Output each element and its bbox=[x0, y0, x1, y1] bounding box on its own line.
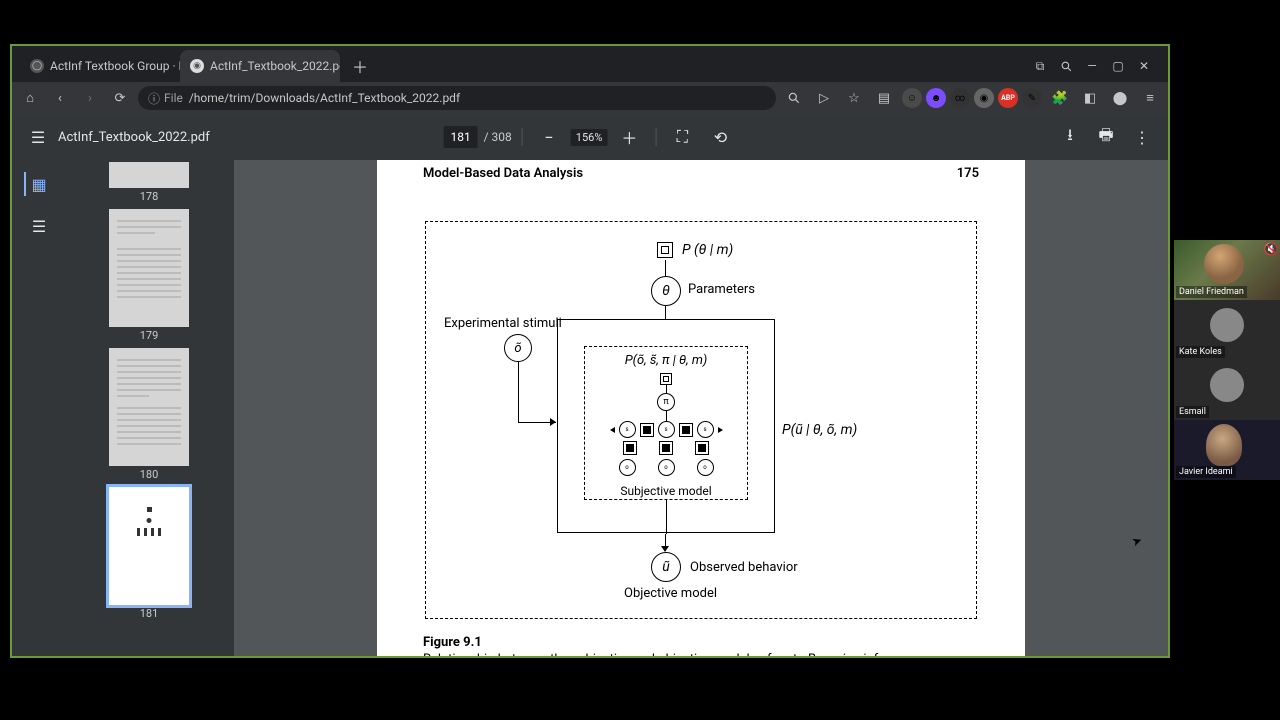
menu-icon[interactable]: ≡ bbox=[1138, 86, 1162, 110]
document-title: ActInf_Textbook_2022.pdf bbox=[58, 130, 210, 145]
thumbnail-page-179[interactable] bbox=[109, 209, 189, 327]
page-folio: 175 bbox=[957, 166, 979, 181]
pdf-favicon-icon: ◉ bbox=[190, 59, 204, 73]
running-head: Model-Based Data Analysis bbox=[423, 166, 583, 181]
reload-icon[interactable]: ⟳ bbox=[108, 86, 132, 110]
tab-favicon-icon: ◯ bbox=[30, 59, 44, 73]
new-tab-button[interactable]: ＋ bbox=[346, 52, 374, 80]
prior-formula: P (θ | m) bbox=[682, 242, 733, 258]
url-text: /home/trim/Downloads/ActInf_Textbook_202… bbox=[189, 91, 460, 105]
window-controls: ⧉ ― ▢ ✕ bbox=[1028, 54, 1160, 82]
thumb-label: 179 bbox=[140, 329, 159, 342]
tab-actinf-pdf[interactable]: ◉ ActInf_Textbook_2022.pdf ✕ bbox=[180, 50, 340, 82]
participant-tile[interactable]: Daniel Friedman 🔇 bbox=[1174, 240, 1280, 300]
zoom-out-icon[interactable]: − bbox=[533, 121, 565, 153]
bookmark-icon[interactable]: ☆ bbox=[842, 86, 866, 110]
extension-icon[interactable]: ✎ bbox=[1022, 88, 1042, 108]
download-icon[interactable]: ⭳ bbox=[1054, 121, 1086, 153]
print-icon[interactable]: 🖶 bbox=[1090, 121, 1122, 153]
rotate-icon[interactable]: ⟲ bbox=[704, 121, 736, 153]
search-tabs-icon[interactable] bbox=[1054, 54, 1078, 78]
utilde-node: ũ bbox=[651, 552, 681, 582]
fit-page-icon[interactable]: ⛶ bbox=[666, 121, 698, 153]
extension-icon[interactable]: ☺ bbox=[902, 88, 922, 108]
outline-icon[interactable]: ☰ bbox=[24, 214, 52, 238]
participant-name: Javier Ideami bbox=[1176, 466, 1236, 478]
close-window-icon[interactable]: ✕ bbox=[1132, 54, 1156, 78]
cursor-icon: ➤ bbox=[1130, 533, 1144, 550]
thumb-label: 180 bbox=[140, 468, 159, 481]
participant-tile[interactable]: Esmail bbox=[1174, 360, 1280, 420]
mini-graph: π s s s bbox=[585, 373, 747, 473]
sidebar-toggle-icon[interactable]: ☰ bbox=[22, 121, 54, 153]
participant-name: Daniel Friedman bbox=[1176, 286, 1247, 298]
avatar-icon bbox=[1210, 308, 1244, 342]
subjective-label: Subjective model bbox=[585, 484, 747, 498]
zoom-level[interactable]: 156% bbox=[571, 129, 608, 146]
page-number-input[interactable] bbox=[444, 126, 478, 148]
participant-tile[interactable]: Javier Ideami bbox=[1174, 420, 1280, 480]
extensions: ☺ ☻ ∞ ◉ ABP ✎ bbox=[902, 88, 1042, 108]
tab-label: ActInf Textbook Group · Fig bbox=[50, 59, 180, 73]
page-viewport[interactable]: Model-Based Data Analysis 175 P (θ | m) … bbox=[234, 160, 1168, 656]
objective-label: Objective model bbox=[624, 586, 717, 601]
minimize-icon[interactable]: ― bbox=[1080, 54, 1104, 78]
address-bar: ⌂ ‹ › ⟳ ⓘ File /home/trim/Downloads/ActI… bbox=[12, 82, 1168, 114]
pdf-body: ▦ ☰ 178 179 18 bbox=[12, 160, 1168, 656]
theta-node: θ bbox=[651, 276, 681, 306]
more-icon[interactable]: ⋮ bbox=[1126, 121, 1158, 153]
page-total: / 308 bbox=[484, 130, 512, 144]
pdf-page: Model-Based Data Analysis 175 P (θ | m) … bbox=[377, 160, 1025, 656]
participant-name: Esmail bbox=[1176, 406, 1209, 418]
observed-label: Observed behavior bbox=[690, 560, 798, 575]
thumb-label: 181 bbox=[140, 607, 159, 620]
figure-diagram: P (θ | m) θ Parameters Experimental stim… bbox=[425, 221, 977, 619]
back-icon[interactable]: ‹ bbox=[48, 86, 72, 110]
participant-name: Kate Koles bbox=[1176, 346, 1225, 358]
mute-icon: 🔇 bbox=[1264, 242, 1278, 256]
parameters-label: Parameters bbox=[688, 282, 755, 297]
avatar-icon bbox=[1210, 368, 1244, 402]
extensions-button-icon[interactable]: 🧩 bbox=[1048, 86, 1072, 110]
adblock-icon[interactable]: ABP bbox=[998, 88, 1018, 108]
tab-actinf-group[interactable]: ◯ ActInf Textbook Group · Fig bbox=[20, 50, 180, 82]
tab-strip: ◯ ActInf Textbook Group · Fig ◉ ActInf_T… bbox=[12, 46, 1168, 82]
otilde-node: õ bbox=[504, 334, 532, 362]
forward-icon[interactable]: › bbox=[78, 86, 102, 110]
pdf-side-rail: ▦ ☰ bbox=[12, 160, 64, 656]
subj-prior-formula: P(õ, s̃, π | θ, m) bbox=[585, 353, 747, 368]
subjective-model-box: P(õ, s̃, π | θ, m) π s s bbox=[584, 346, 748, 500]
experiment-box: P(õ, s̃, π | θ, m) π s s bbox=[557, 319, 775, 533]
thumbnail-column[interactable]: 178 179 180 bbox=[64, 160, 234, 656]
prior-plate-icon bbox=[657, 242, 673, 258]
extension-icon[interactable]: ☻ bbox=[926, 88, 946, 108]
reader-icon[interactable]: ▤ bbox=[872, 86, 896, 110]
url-input[interactable]: ⓘ File /home/trim/Downloads/ActInf_Textb… bbox=[138, 86, 776, 110]
zoom-indicator-icon[interactable] bbox=[782, 86, 806, 110]
sidepanel-icon[interactable]: ◧ bbox=[1078, 86, 1102, 110]
tab-label: ActInf_Textbook_2022.pdf bbox=[210, 59, 340, 73]
extension-icon[interactable]: ◉ bbox=[974, 88, 994, 108]
send-icon[interactable]: ▷ bbox=[812, 86, 836, 110]
participants-panel: Daniel Friedman 🔇 Kate Koles Esmail Javi… bbox=[1174, 240, 1280, 480]
thumbnail-page-180[interactable] bbox=[109, 348, 189, 466]
figure-number: Figure 9.1 bbox=[423, 635, 979, 650]
participant-tile[interactable]: Kate Koles bbox=[1174, 300, 1280, 360]
thumbnail-page-178[interactable] bbox=[109, 162, 189, 188]
zoom-in-icon[interactable]: ＋ bbox=[613, 121, 645, 153]
profile-icon[interactable]: ⬤ bbox=[1108, 86, 1132, 110]
file-scheme-icon: ⓘ File bbox=[148, 90, 183, 107]
thumbnail-page-181[interactable] bbox=[109, 487, 189, 605]
thumbnails-icon[interactable]: ▦ bbox=[24, 172, 52, 196]
extension-icon[interactable]: ∞ bbox=[950, 88, 970, 108]
thumb-label: 178 bbox=[140, 190, 159, 203]
pdf-toolbar: ☰ ActInf_Textbook_2022.pdf / 308 − 156% … bbox=[12, 114, 1168, 160]
tab-search-icon[interactable]: ⧉ bbox=[1028, 54, 1052, 78]
stimuli-label: Experimental stimuli bbox=[444, 316, 562, 331]
figure-caption: Relationship between the subjective and … bbox=[423, 652, 979, 656]
maximize-icon[interactable]: ▢ bbox=[1106, 54, 1130, 78]
likelihood-formula: P(ũ | θ, õ, m) bbox=[782, 422, 857, 438]
home-icon[interactable]: ⌂ bbox=[18, 86, 42, 110]
